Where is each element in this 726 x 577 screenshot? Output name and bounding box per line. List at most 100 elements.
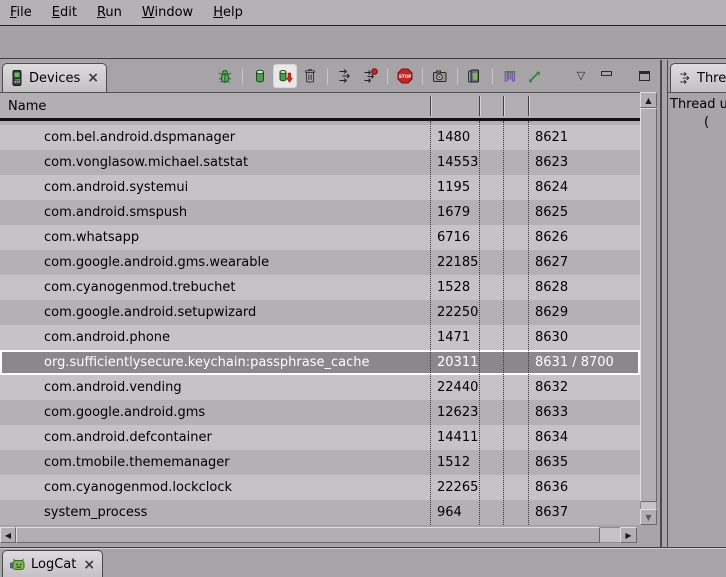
cell-pid: 22250 <box>437 300 478 325</box>
cell-pid: 1195 <box>437 175 470 200</box>
screen-capture-icon[interactable] <box>431 67 449 85</box>
table-row[interactable]: com.google.android.gms.wearable221858627 <box>0 250 640 275</box>
tab-logcat-label: LogCat <box>31 557 76 572</box>
cell-pid: 12623 <box>437 400 478 425</box>
cell-name: com.tmobile.thememanager <box>44 450 230 475</box>
cell-port: 8635 <box>535 450 568 475</box>
menu-file[interactable]: File <box>0 1 42 25</box>
panel-sash[interactable] <box>660 60 668 547</box>
debug-process-icon[interactable] <box>216 67 234 85</box>
minimize-icon[interactable] <box>597 67 615 85</box>
cell-pid: 1480 <box>437 125 470 150</box>
eclipse-ddms-window: { "menu_bar": { "items": ["File", "Edit"… <box>0 0 726 577</box>
table-row[interactable]: com.android.smspush16798625 <box>0 200 640 225</box>
cell-pid: 14411 <box>437 425 478 450</box>
table-row[interactable]: com.google.android.gms126238633 <box>0 400 640 425</box>
scrollbar-thumb[interactable] <box>16 527 600 543</box>
cell-name: com.cyanogenmod.lockclock <box>44 475 232 500</box>
cell-pid: 14553 <box>437 150 478 175</box>
maximize-icon[interactable] <box>635 67 653 85</box>
table-row[interactable]: com.google.android.setupwizard 22250 8629 <box>0 300 640 325</box>
device-screens-icon[interactable] <box>466 67 484 85</box>
table-row[interactable]: com.android.defcontainer144118634 <box>0 425 640 450</box>
cell-name: com.android.phone <box>44 325 170 350</box>
vertical-scrollbar[interactable]: ▲ ▼ <box>640 92 657 525</box>
table-row[interactable]: com.android.phone 1471 8630 <box>0 325 640 350</box>
cell-port: 8624 <box>535 175 568 200</box>
table-row[interactable]: com.bel.android.dspmanager14808621 <box>0 125 640 150</box>
table-row[interactable]: com.cyanogenmod.lockclock222658636 <box>0 475 640 500</box>
column-header-name[interactable]: Name <box>8 95 46 118</box>
heap-bars-icon[interactable] <box>501 67 519 85</box>
tab-logcat[interactable]: LogCat × <box>2 550 103 577</box>
table-row[interactable]: com.cyanogenmod.trebuchet15288628 <box>0 275 640 300</box>
cell-port: 8625 <box>535 200 568 225</box>
cell-name: system_process <box>44 500 147 525</box>
table-row[interactable]: com.whatsapp67168626 <box>0 225 640 250</box>
logcat-icon <box>10 558 26 572</box>
cell-pid: 964 <box>437 500 462 525</box>
threads-message-line2: ( <box>704 115 709 130</box>
view-menu-icon[interactable]: ▽ <box>572 67 590 85</box>
scroll-right-icon[interactable]: ▶ <box>620 527 637 543</box>
close-icon[interactable]: × <box>87 72 99 84</box>
cell-port: 8623 <box>535 150 568 175</box>
table-row[interactable]: com.tmobile.thememanager 1512 8635 <box>0 450 640 475</box>
cell-name: com.android.smspush <box>44 200 187 225</box>
column-divider[interactable] <box>430 96 431 116</box>
toolbar-separator <box>387 68 388 85</box>
tab-devices[interactable]: Devices × <box>2 63 107 92</box>
table-row[interactable]: org.sufficientlysecure.keychain:passphra… <box>0 350 640 375</box>
cell-port: 8629 <box>535 300 568 325</box>
cell-port: 8626 <box>535 225 568 250</box>
tab-devices-label: Devices <box>29 71 80 86</box>
network-arrow-icon[interactable] <box>526 67 544 85</box>
toolbar-separator <box>327 68 328 85</box>
table-header: Name <box>0 92 640 121</box>
scrollbar-thumb[interactable] <box>640 108 657 502</box>
cell-pid: 6716 <box>437 225 470 250</box>
device-table-rows: com.bel.android.dspmanager14808621com.vo… <box>0 125 640 525</box>
threads-panel-body: Thread up ( <box>668 92 726 547</box>
menu-help[interactable]: Help <box>203 1 253 25</box>
cell-port: 8630 <box>535 325 568 350</box>
dump-hprof-icon[interactable] <box>276 67 294 85</box>
close-icon[interactable]: × <box>83 559 95 571</box>
update-heap-icon[interactable] <box>251 67 269 85</box>
tab-threads-label: Threads <box>697 71 726 86</box>
horizontal-scrollbar[interactable]: ◀ ▶ <box>0 527 637 543</box>
cell-name: com.google.android.setupwizard <box>44 300 256 325</box>
column-divider[interactable] <box>503 96 504 116</box>
cause-gc-trash-icon[interactable] <box>301 67 319 85</box>
device-phone-icon <box>10 70 24 86</box>
column-divider[interactable] <box>528 96 529 116</box>
cell-port: 8637 <box>535 500 568 525</box>
cell-pid: 1471 <box>437 325 470 350</box>
cell-port: 8628 <box>535 275 568 300</box>
scroll-down-icon[interactable]: ▼ <box>640 509 657 525</box>
toolbar-separator <box>457 68 458 85</box>
start-method-profiling-icon[interactable] <box>361 67 379 85</box>
cell-pid: 22185 <box>437 250 478 275</box>
cell-name: com.android.vending <box>44 375 182 400</box>
scroll-up-icon[interactable]: ▲ <box>640 92 657 108</box>
cell-name: com.bel.android.dspmanager <box>44 125 235 150</box>
threads-view: Threads Thread up ( <box>668 60 726 547</box>
menu-window[interactable]: Window <box>132 1 203 25</box>
update-threads-icon[interactable] <box>336 67 354 85</box>
menu-edit[interactable]: Edit <box>42 1 87 25</box>
menu-run[interactable]: Run <box>87 1 132 25</box>
tab-threads[interactable]: Threads <box>670 63 726 92</box>
cell-name: com.google.android.gms.wearable <box>44 250 269 275</box>
scroll-left-icon[interactable]: ◀ <box>0 527 16 543</box>
table-row[interactable]: com.android.systemui11958624 <box>0 175 640 200</box>
table-row[interactable]: com.android.vending224408632 <box>0 375 640 400</box>
cell-pid: 1512 <box>437 450 470 475</box>
threads-icon <box>678 71 692 85</box>
device-table-body: com.bel.android.dspmanager14808621com.vo… <box>0 121 640 525</box>
stop-process-icon[interactable]: STOP <box>396 67 414 85</box>
devices-toolbar: STOP <box>216 62 653 90</box>
table-row[interactable]: com.vonglasow.michael.satstat145538623 <box>0 150 640 175</box>
column-divider[interactable] <box>479 96 480 116</box>
table-row[interactable]: system_process 964 8637 <box>0 500 640 525</box>
